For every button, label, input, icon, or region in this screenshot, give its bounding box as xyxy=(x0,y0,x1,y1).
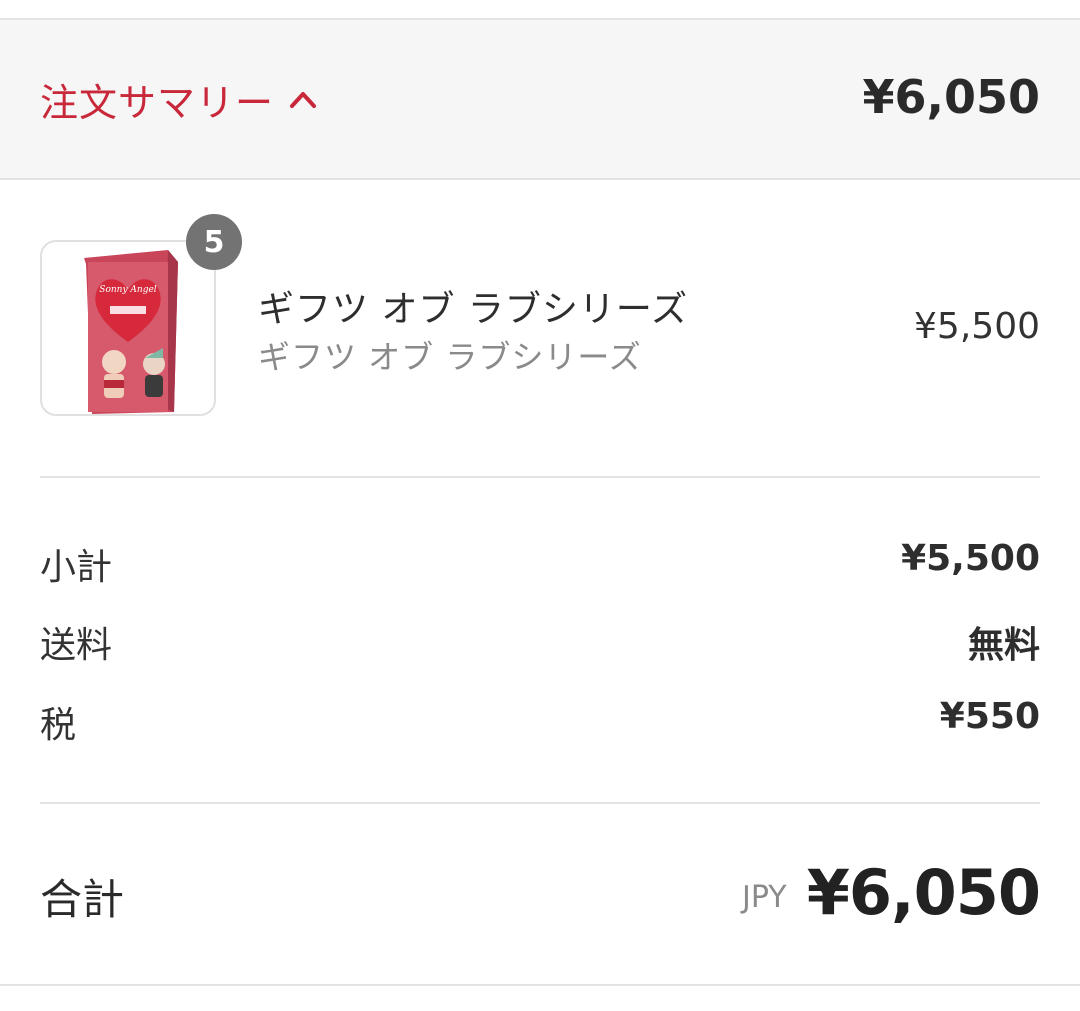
top-strip xyxy=(0,0,1080,20)
tax-label: 税 xyxy=(40,705,77,746)
subtotal-value: ¥5,500 xyxy=(901,538,1040,579)
shipping-row: 送料 無料 xyxy=(40,616,1040,666)
product-thumbnail: Sonny Angel xyxy=(40,240,216,416)
shipping-label: 送料 xyxy=(40,625,113,666)
quantity-badge: 5 xyxy=(186,214,242,270)
subtotal-label: 小計 xyxy=(40,547,113,588)
product-price: ¥5,500 xyxy=(914,306,1040,347)
tax-value: ¥550 xyxy=(939,696,1040,737)
order-summary-toggle[interactable]: 注文サマリー xyxy=(40,74,318,125)
subtotal-row: 小計 ¥5,500 xyxy=(40,538,1040,588)
bottom-divider xyxy=(0,984,1080,986)
tax-row: 税 ¥550 xyxy=(40,696,1040,746)
total-value: ¥6,050 xyxy=(806,856,1041,929)
total-currency: JPY xyxy=(742,880,787,915)
svg-text:Sonny Angel: Sonny Angel xyxy=(99,285,157,295)
product-name: ギフツ オブ ラブシリーズ xyxy=(258,289,689,330)
divider-totals xyxy=(40,802,1040,804)
header-total-price: ¥6,050 xyxy=(862,70,1040,124)
divider-items xyxy=(40,476,1040,478)
product-variant: ギフツ オブ ラブシリーズ xyxy=(258,338,642,376)
total-label: 合計 xyxy=(40,875,125,924)
order-summary-header: 注文サマリー ¥6,050 xyxy=(0,20,1080,180)
chevron-up-icon xyxy=(290,92,317,108)
product-thumbnail-wrap: Sonny Angel 5 xyxy=(40,214,242,416)
shipping-value: 無料 xyxy=(967,625,1040,666)
order-summary-toggle-label: 注文サマリー xyxy=(40,80,275,125)
product-box-image: Sonny Angel xyxy=(84,250,178,414)
